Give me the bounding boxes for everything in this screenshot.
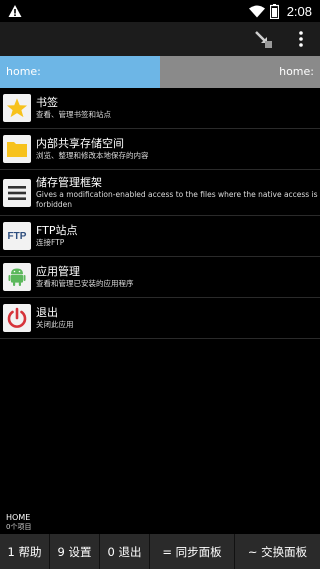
wifi-icon: [248, 5, 265, 17]
bottom-toolbar: 1 帮助 9 设置 0 退出 = 同步面板 ~ 交换面板: [0, 534, 320, 569]
action-bar: [0, 22, 320, 56]
list-item-internal-storage[interactable]: 内部共享存储空间 浏览、整理和修改本地保存的内容: [0, 129, 320, 170]
list-item-subtitle: 查看和管理已安装的应用程序: [36, 279, 134, 288]
folder-icon: [3, 135, 31, 163]
more-vertical-icon[interactable]: [290, 28, 312, 50]
list-item-exit[interactable]: 退出 关闭此应用: [0, 298, 320, 339]
android-icon: [3, 263, 31, 291]
status-bar: 2:08: [0, 0, 320, 22]
exit-button[interactable]: 0 退出: [100, 534, 150, 569]
tab-right-panel[interactable]: home:: [160, 56, 320, 88]
sync-panels-button[interactable]: = 同步面板: [150, 534, 235, 569]
swap-panels-button[interactable]: ~ 交换面板: [235, 534, 320, 569]
list-item-subtitle: 关闭此应用: [36, 320, 74, 329]
panel-path: HOME: [6, 513, 31, 522]
list-item-ftp[interactable]: FTP FTP站点 连接FTP: [0, 216, 320, 257]
help-button[interactable]: 1 帮助: [0, 534, 50, 569]
menu-lines-icon: [3, 178, 31, 207]
list-item-storage-framework[interactable]: 储存管理框架 Gives a modification-enabled acce…: [0, 170, 320, 216]
panel-info: HOME 0个项目: [6, 513, 306, 532]
shortcut-arrow-icon[interactable]: [252, 28, 274, 50]
status-time: 2:08: [286, 3, 312, 19]
list-item-title: 书签: [36, 96, 58, 109]
home-list: 书签 查看、管理书签和站点 内部共享存储空间 浏览、整理和修改本地保存的内容 储…: [0, 88, 320, 339]
warning-icon: [8, 5, 22, 17]
list-item-title: FTP站点: [36, 224, 78, 237]
panel-tabs: home: home:: [0, 56, 320, 88]
list-item-title: 内部共享存储空间: [36, 137, 124, 150]
list-item-subtitle: 连接FTP: [36, 238, 65, 247]
list-item-subtitle: 浏览、整理和修改本地保存的内容: [36, 151, 149, 160]
list-item-app-manager[interactable]: 应用管理 查看和管理已安装的应用程序: [0, 257, 320, 298]
item-count: 0个项目: [6, 523, 32, 531]
battery-icon: [269, 3, 279, 19]
list-item-title: 退出: [36, 306, 58, 319]
power-icon: [3, 304, 31, 332]
list-item-bookmarks[interactable]: 书签 查看、管理书签和站点: [0, 88, 320, 129]
star-icon: [3, 94, 31, 122]
list-item-subtitle: Gives a modification-enabled access to t…: [36, 189, 318, 209]
list-item-title: 应用管理: [36, 265, 80, 278]
settings-button[interactable]: 9 设置: [50, 534, 100, 569]
list-item-subtitle: 查看、管理书签和站点: [36, 110, 111, 119]
list-item-title: 储存管理框架: [36, 175, 102, 189]
tab-left-panel[interactable]: home:: [0, 56, 160, 88]
ftp-icon: FTP: [3, 222, 31, 250]
